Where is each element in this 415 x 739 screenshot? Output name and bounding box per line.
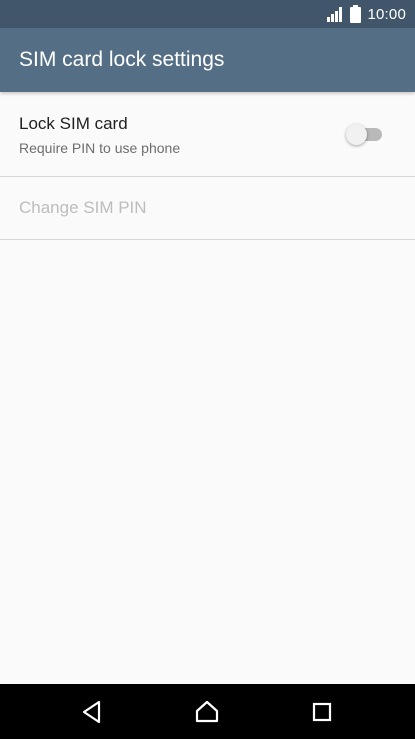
change-sim-pin-label: Change SIM PIN bbox=[19, 198, 147, 217]
lock-sim-card-preference[interactable]: Lock SIM card Require PIN to use phone bbox=[0, 92, 415, 177]
status-bar: 10:00 bbox=[0, 0, 415, 28]
settings-list: Lock SIM card Require PIN to use phone C… bbox=[0, 92, 415, 240]
change-sim-pin-preference[interactable]: Change SIM PIN bbox=[0, 177, 415, 240]
back-icon[interactable] bbox=[79, 698, 107, 726]
recents-icon[interactable] bbox=[308, 698, 336, 726]
clock: 10:00 bbox=[367, 5, 406, 23]
home-icon[interactable] bbox=[193, 698, 221, 726]
page-title: SIM card lock settings bbox=[19, 48, 225, 71]
signal-icon bbox=[327, 7, 343, 22]
toggle-thumb bbox=[346, 124, 367, 145]
lock-sim-card-label: Lock SIM card bbox=[19, 114, 128, 133]
lock-sim-card-toggle[interactable] bbox=[346, 122, 386, 146]
lock-sim-card-summary: Require PIN to use phone bbox=[19, 140, 181, 156]
navigation-bar bbox=[0, 684, 415, 739]
battery-icon bbox=[350, 5, 362, 23]
app-bar: SIM card lock settings bbox=[0, 28, 415, 92]
